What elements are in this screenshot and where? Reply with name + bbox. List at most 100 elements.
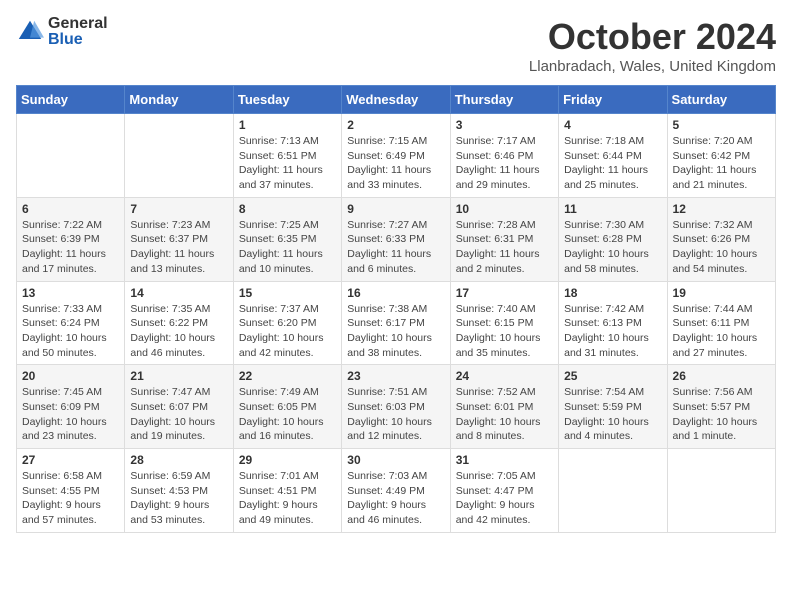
calendar-cell [125,114,233,198]
calendar-cell: 31 Sunrise: 7:05 AMSunset: 4:47 PMDayligh… [450,449,558,533]
calendar-cell [667,449,775,533]
day-info: Sunrise: 6:59 AMSunset: 4:53 PMDaylight:… [130,469,227,528]
day-number: 23 [347,369,444,383]
day-number: 7 [130,202,227,216]
logo-general-text: General [48,16,108,32]
calendar-cell: 8Sunrise: 7:25 AMSunset: 6:35 PMDaylight… [233,197,341,281]
day-info: Sunrise: 7:32 AMSunset: 6:26 PMDaylight:… [673,218,770,277]
calendar-cell: 3Sunrise: 7:17 AMSunset: 6:46 PMDaylight… [450,114,558,198]
day-info: Sunrise: 7:23 AMSunset: 6:37 PMDaylight:… [130,218,227,277]
month-title: October 2024 [529,16,776,58]
weekday-header: Saturday [667,86,775,114]
location-text: Llanbradach, Wales, United Kingdom [529,58,776,75]
day-info: Sunrise: 7:05 AMSunset: 4:47 PMDaylight:… [456,469,553,528]
day-info: Sunrise: 7:13 AMSunset: 6:51 PMDaylight:… [239,134,336,193]
day-number: 13 [22,286,119,300]
day-number: 22 [239,369,336,383]
day-info: Sunrise: 7:47 AMSunset: 6:07 PMDaylight:… [130,385,227,444]
weekday-header: Tuesday [233,86,341,114]
calendar-cell: 15Sunrise: 7:37 AMSunset: 6:20 PMDayligh… [233,281,341,365]
day-number: 2 [347,118,444,132]
day-number: 29 [239,453,336,467]
calendar-cell: 2 Sunrise: 7:15 AMSunset: 6:49 PMDaylight… [342,114,450,198]
day-number: 11 [564,202,661,216]
day-info: Sunrise: 7:54 AMSunset: 5:59 PMDaylight:… [564,385,661,444]
day-info: Sunrise: 7:40 AMSunset: 6:15 PMDaylight:… [456,302,553,361]
day-number: 21 [130,369,227,383]
calendar-cell [559,449,667,533]
calendar-cell: 11 Sunrise: 7:30 AMSunset: 6:28 PMDayligh… [559,197,667,281]
day-info: Sunrise: 7:17 AMSunset: 6:46 PMDaylight:… [456,134,553,193]
calendar-week-row: 20 Sunrise: 7:45 AMSunset: 6:09 PMDayligh… [17,365,776,449]
calendar-cell: 4 Sunrise: 7:18 AMSunset: 6:44 PMDaylight… [559,114,667,198]
day-info: Sunrise: 7:27 AMSunset: 6:33 PMDaylight:… [347,218,444,277]
day-info: Sunrise: 7:45 AMSunset: 6:09 PMDaylight:… [22,385,119,444]
calendar-cell: 20 Sunrise: 7:45 AMSunset: 6:09 PMDayligh… [17,365,125,449]
day-number: 15 [239,286,336,300]
weekday-header: Friday [559,86,667,114]
day-number: 18 [564,286,661,300]
calendar-cell: 18Sunrise: 7:42 AMSunset: 6:13 PMDayligh… [559,281,667,365]
day-info: Sunrise: 7:20 AMSunset: 6:42 PMDaylight:… [673,134,770,193]
calendar-cell: 23Sunrise: 7:51 AMSunset: 6:03 PMDayligh… [342,365,450,449]
calendar-week-row: 1Sunrise: 7:13 AMSunset: 6:51 PMDaylight… [17,114,776,198]
calendar-cell: 12 Sunrise: 7:32 AMSunset: 6:26 PMDayligh… [667,197,775,281]
calendar-cell: 13 Sunrise: 7:33 AMSunset: 6:24 PMDayligh… [17,281,125,365]
day-info: Sunrise: 7:01 AMSunset: 4:51 PMDaylight:… [239,469,336,528]
day-info: Sunrise: 7:30 AMSunset: 6:28 PMDaylight:… [564,218,661,277]
day-info: Sunrise: 7:56 AMSunset: 5:57 PMDaylight:… [673,385,770,444]
day-info: Sunrise: 7:44 AMSunset: 6:11 PMDaylight:… [673,302,770,361]
calendar-cell: 16Sunrise: 7:38 AMSunset: 6:17 PMDayligh… [342,281,450,365]
logo-blue-text: Blue [48,32,108,48]
weekday-header: Monday [125,86,233,114]
day-number: 4 [564,118,661,132]
weekday-header: Thursday [450,86,558,114]
day-info: Sunrise: 7:25 AMSunset: 6:35 PMDaylight:… [239,218,336,277]
page-header: General Blue October 2024 Llanbradach, W… [16,16,776,75]
calendar-table: SundayMondayTuesdayWednesdayThursdayFrid… [16,85,776,533]
day-number: 20 [22,369,119,383]
calendar-cell: 26 Sunrise: 7:56 AMSunset: 5:57 PMDayligh… [667,365,775,449]
day-number: 24 [456,369,553,383]
calendar-cell: 27 Sunrise: 6:58 AMSunset: 4:55 PMDayligh… [17,449,125,533]
day-info: Sunrise: 6:58 AMSunset: 4:55 PMDaylight:… [22,469,119,528]
day-info: Sunrise: 7:33 AMSunset: 6:24 PMDaylight:… [22,302,119,361]
day-info: Sunrise: 7:28 AMSunset: 6:31 PMDaylight:… [456,218,553,277]
day-number: 10 [456,202,553,216]
day-info: Sunrise: 7:52 AMSunset: 6:01 PMDaylight:… [456,385,553,444]
calendar-cell [17,114,125,198]
calendar-cell: 21 Sunrise: 7:47 AMSunset: 6:07 PMDayligh… [125,365,233,449]
day-info: Sunrise: 7:35 AMSunset: 6:22 PMDaylight:… [130,302,227,361]
calendar-cell: 22 Sunrise: 7:49 AMSunset: 6:05 PMDayligh… [233,365,341,449]
logo: General Blue [16,16,108,48]
calendar-cell: 5Sunrise: 7:20 AMSunset: 6:42 PMDaylight… [667,114,775,198]
day-number: 19 [673,286,770,300]
day-number: 17 [456,286,553,300]
day-number: 31 [456,453,553,467]
calendar-cell: 19 Sunrise: 7:44 AMSunset: 6:11 PMDayligh… [667,281,775,365]
weekday-header: Wednesday [342,86,450,114]
day-info: Sunrise: 7:15 AMSunset: 6:49 PMDaylight:… [347,134,444,193]
day-info: Sunrise: 7:18 AMSunset: 6:44 PMDaylight:… [564,134,661,193]
day-number: 12 [673,202,770,216]
calendar-cell: 30 Sunrise: 7:03 AMSunset: 4:49 PMDayligh… [342,449,450,533]
day-number: 6 [22,202,119,216]
weekday-header: Sunday [17,86,125,114]
day-number: 25 [564,369,661,383]
calendar-week-row: 6Sunrise: 7:22 AMSunset: 6:39 PMDaylight… [17,197,776,281]
day-info: Sunrise: 7:03 AMSunset: 4:49 PMDaylight:… [347,469,444,528]
logo-icon [16,18,44,46]
day-number: 14 [130,286,227,300]
calendar-cell: 17 Sunrise: 7:40 AMSunset: 6:15 PMDayligh… [450,281,558,365]
day-info: Sunrise: 7:38 AMSunset: 6:17 PMDaylight:… [347,302,444,361]
day-number: 28 [130,453,227,467]
calendar-cell: 14 Sunrise: 7:35 AMSunset: 6:22 PMDayligh… [125,281,233,365]
day-info: Sunrise: 7:49 AMSunset: 6:05 PMDaylight:… [239,385,336,444]
calendar-cell: 6Sunrise: 7:22 AMSunset: 6:39 PMDaylight… [17,197,125,281]
title-area: October 2024 Llanbradach, Wales, United … [529,16,776,75]
day-number: 26 [673,369,770,383]
day-number: 30 [347,453,444,467]
day-number: 27 [22,453,119,467]
calendar-week-row: 13 Sunrise: 7:33 AMSunset: 6:24 PMDayligh… [17,281,776,365]
calendar-cell: 1Sunrise: 7:13 AMSunset: 6:51 PMDaylight… [233,114,341,198]
